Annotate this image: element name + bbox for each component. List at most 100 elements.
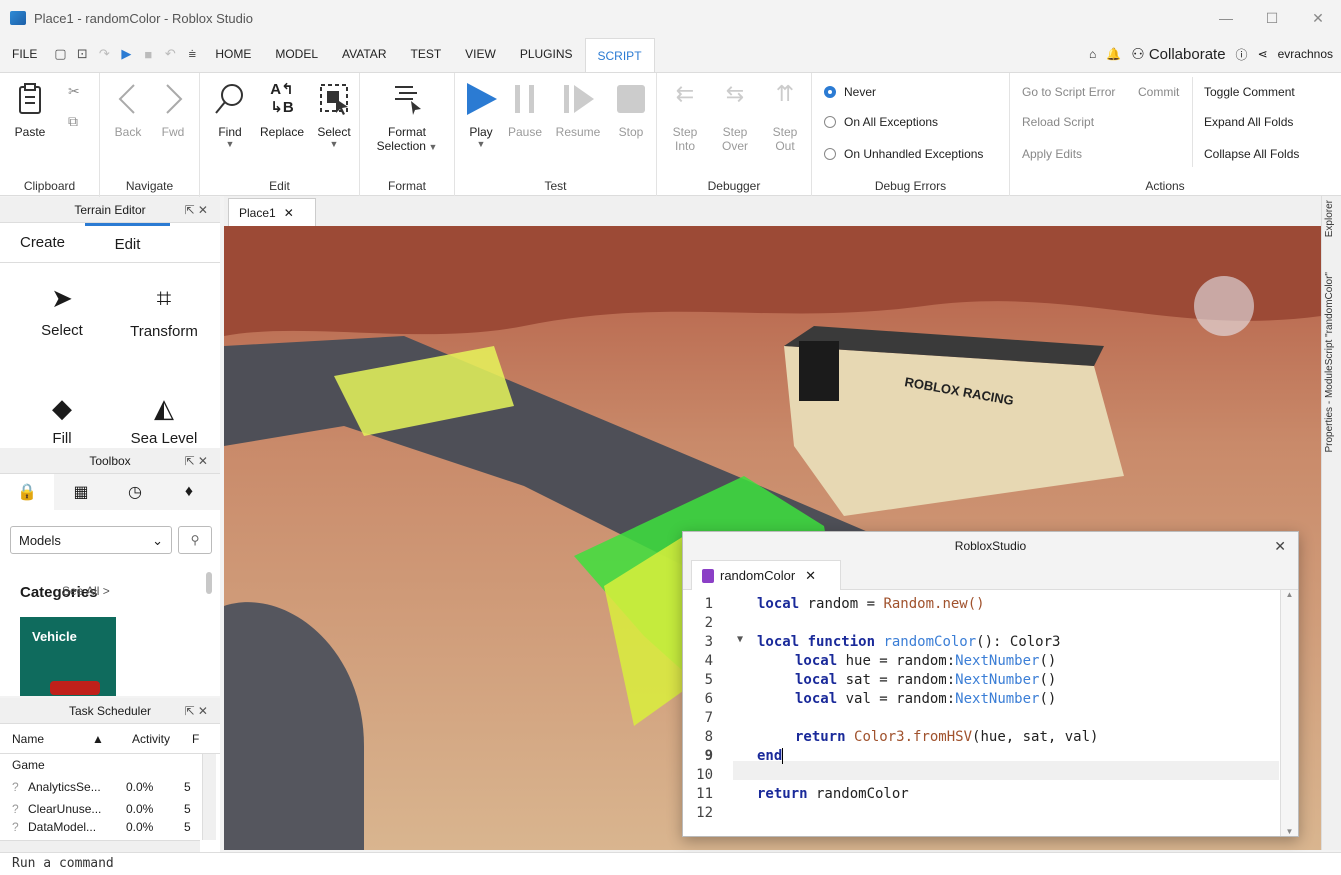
table-row[interactable]: ? ClearUnuse... 0.0% 5 xyxy=(0,798,220,820)
maximize-button[interactable]: ☐ xyxy=(1249,0,1295,36)
scheduler-group-game[interactable]: Game xyxy=(0,754,220,776)
command-bar[interactable]: Run a command xyxy=(0,852,1341,875)
new-file-icon[interactable]: ▢ xyxy=(49,36,71,72)
find-label: Find xyxy=(218,125,242,139)
cut-icon[interactable]: ✂ xyxy=(68,83,80,100)
vehicle-category-card[interactable]: Vehicle xyxy=(20,617,116,696)
script-window-close-icon[interactable]: ✕ xyxy=(1274,538,1286,555)
toolbox-marketplace-tab-lock-icon[interactable]: 🔒 xyxy=(0,474,54,510)
copy-icon[interactable]: ⧉ xyxy=(68,113,78,130)
toolbox-dock-close-icons[interactable]: ⇱ ✕ xyxy=(185,454,208,468)
forward-button[interactable]: Fwd xyxy=(155,81,191,139)
file-menu[interactable]: FILE xyxy=(0,36,49,72)
notification-icon[interactable]: 🔔 xyxy=(1106,47,1121,61)
script-window-titlebar[interactable]: RobloxStudio ✕ xyxy=(683,532,1298,560)
tab-test[interactable]: TEST xyxy=(398,36,453,72)
stop-button[interactable]: Stop xyxy=(611,81,651,139)
scroll-up-icon[interactable]: ▲ xyxy=(1281,590,1298,599)
line-number: 4 xyxy=(704,653,713,669)
scheduler-vertical-scrollbar[interactable] xyxy=(202,754,216,840)
step-out-button[interactable]: ⇈ Step Out xyxy=(765,81,805,153)
collapse-all-folds-button[interactable]: Collapse All Folds xyxy=(1204,147,1299,161)
code-line-8: return Color3.fromHSV(hue, sat, val) xyxy=(795,729,1098,745)
table-row[interactable]: ? AnalyticsSe... 0.0% 5 xyxy=(0,776,220,798)
step-over-button[interactable]: ⇆ Step Over xyxy=(715,81,755,153)
terrain-select-tool[interactable]: ➤ Select xyxy=(12,283,112,339)
script-tab-close-icon[interactable]: ✕ xyxy=(805,568,816,584)
col-header-name[interactable]: Name xyxy=(0,732,92,746)
code-vertical-scrollbar[interactable]: ▲ ▼ xyxy=(1280,590,1298,836)
pause-button[interactable]: Pause xyxy=(505,81,545,139)
paste-button[interactable]: Paste xyxy=(10,81,50,139)
play-button[interactable]: Play ▼ xyxy=(461,81,501,149)
format-selection-button[interactable]: Format Selection ▼ xyxy=(372,81,442,153)
tab-plugins[interactable]: PLUGINS xyxy=(508,36,585,72)
toolbox-recent-tab-clock-icon[interactable]: ◷ xyxy=(108,474,162,510)
task-scheduler-dock-close-icons[interactable]: ⇱ ✕ xyxy=(185,704,208,718)
terrain-transform-tool[interactable]: ⌗ Transform xyxy=(114,283,214,340)
ribbon: Paste ✂ ⧉ Clipboard Back Fwd Navigate Fi… xyxy=(0,72,1341,197)
scroll-down-icon[interactable]: ▼ xyxy=(1281,827,1298,836)
debug-all-exceptions-option[interactable]: On All Exceptions xyxy=(824,115,938,129)
reload-script-button[interactable]: Reload Script xyxy=(1022,115,1094,129)
place1-doc-tab[interactable]: Place1 ✕ xyxy=(228,198,316,226)
tab-model[interactable]: MODEL xyxy=(263,36,330,72)
username[interactable]: evrachnos xyxy=(1278,47,1333,61)
toolbox-creations-tab-bulb-icon[interactable]: ♦ xyxy=(162,474,216,510)
close-button[interactable]: ✕ xyxy=(1295,0,1341,36)
undo-icon[interactable]: ↶ xyxy=(159,36,181,72)
col-header-f[interactable]: F xyxy=(192,732,199,746)
line-number: 2 xyxy=(704,615,713,631)
customize-icon[interactable]: ⩧ xyxy=(181,36,203,72)
terrain-fill-tool[interactable]: ◆ Fill xyxy=(12,393,112,447)
tab-avatar[interactable]: AVATAR xyxy=(330,36,398,72)
tab-script[interactable]: SCRIPT xyxy=(584,38,655,72)
select-button[interactable]: Select ▼ xyxy=(314,81,354,149)
toolbox-scrollbar[interactable] xyxy=(206,572,212,594)
toggle-comment-button[interactable]: Toggle Comment xyxy=(1204,85,1295,99)
quick-play-icon[interactable]: ▶ xyxy=(115,36,137,72)
radio-unhandled[interactable] xyxy=(824,148,836,160)
close-tab-icon[interactable]: ✕ xyxy=(284,206,294,220)
quick-stop-icon[interactable]: ■ xyxy=(137,36,159,72)
step-into-button[interactable]: ⇇ Step Into xyxy=(665,81,705,153)
code-token: (): Color3 xyxy=(976,634,1061,650)
tab-view[interactable]: VIEW xyxy=(453,36,508,72)
terrain-tab-create[interactable]: Create xyxy=(0,223,85,262)
back-button[interactable]: Back xyxy=(110,81,146,139)
fold-arrow-icon[interactable]: ▼ xyxy=(737,634,743,645)
expand-all-folds-button[interactable]: Expand All Folds xyxy=(1204,115,1293,129)
properties-tab[interactable]: Properties - ModuleScript "randomColor" xyxy=(1324,272,1335,453)
scheduler-horizontal-scrollbar[interactable] xyxy=(0,840,200,852)
toolbox-category-dropdown[interactable]: Models ⌄ xyxy=(10,526,172,554)
terrain-editor-dock-close-icons[interactable]: ⇱ ✕ xyxy=(185,203,208,217)
share-icon[interactable]: ⋖ xyxy=(1258,47,1268,61)
replace-button[interactable]: A↰ ↳B Replace xyxy=(256,81,308,139)
terrain-tab-edit[interactable]: Edit xyxy=(85,223,170,262)
explorer-tab[interactable]: Explorer xyxy=(1324,200,1335,237)
open-file-icon[interactable]: ⊡ xyxy=(71,36,93,72)
help-icon[interactable]: ⓘ xyxy=(1236,46,1248,63)
redo-icon[interactable]: ↷ xyxy=(93,36,115,72)
debug-unhandled-option[interactable]: On Unhandled Exceptions xyxy=(824,147,983,161)
radio-all-exceptions[interactable] xyxy=(824,116,836,128)
tab-home[interactable]: HOME xyxy=(203,36,263,72)
find-button[interactable]: Find ▼ xyxy=(212,81,248,149)
commit-button[interactable]: Commit xyxy=(1138,85,1179,99)
goto-script-error-button[interactable]: Go to Script Error xyxy=(1022,85,1115,99)
col-header-activity[interactable]: Activity xyxy=(132,732,192,746)
code-editor[interactable]: 1 2 3 4 5 6 7 8 9 10 11 12 ▼ local rando… xyxy=(683,590,1281,836)
terrain-sea-level-tool[interactable]: ◭ Sea Level xyxy=(114,393,214,447)
minimize-button[interactable]: — xyxy=(1203,0,1249,36)
collaborate-button[interactable]: ⚇ Collaborate xyxy=(1131,45,1225,63)
collapse-ribbon-icon[interactable]: ⌂ xyxy=(1089,47,1096,61)
debug-never-option[interactable]: Never xyxy=(824,85,876,99)
table-row[interactable]: ? DataModel... 0.0% 5 xyxy=(0,820,220,834)
apply-edits-button[interactable]: Apply Edits xyxy=(1022,147,1082,161)
radio-never[interactable] xyxy=(824,86,836,98)
resume-button[interactable]: Resume xyxy=(553,81,603,139)
toolbox-search-icon[interactable]: ⚲ xyxy=(178,526,212,554)
script-tab-randomcolor[interactable]: randomColor ✕ xyxy=(691,560,841,590)
see-all-link[interactable]: See All > xyxy=(62,584,110,598)
toolbox-inventory-tab-grid-icon[interactable]: ▦ xyxy=(54,474,108,510)
